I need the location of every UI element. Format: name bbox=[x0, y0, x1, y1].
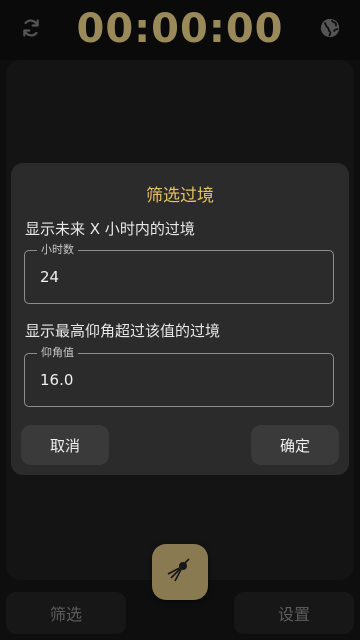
satellite-fab-button[interactable] bbox=[152, 544, 208, 600]
hours-field[interactable]: 小时数 24 bbox=[24, 243, 334, 304]
elevation-field[interactable]: 仰角值 16.0 bbox=[24, 346, 334, 407]
hours-field-value[interactable]: 24 bbox=[40, 268, 59, 286]
confirm-button[interactable]: 确定 bbox=[251, 425, 339, 465]
dialog-title: 筛选过境 bbox=[146, 186, 214, 206]
top-bar: 00:00:00 bbox=[0, 0, 360, 60]
clock-display: 00:00:00 bbox=[76, 6, 284, 52]
elevation-field-legend: 仰角值 bbox=[37, 346, 78, 360]
settings-button[interactable]: 设置 bbox=[234, 592, 354, 634]
hours-label: 显示未来 X 小时内的过境 bbox=[25, 220, 195, 238]
elevation-field-value[interactable]: 16.0 bbox=[40, 371, 73, 389]
filter-button[interactable]: 筛选 bbox=[6, 592, 126, 634]
globe-button[interactable] bbox=[312, 12, 348, 48]
cancel-button[interactable]: 取消 bbox=[21, 425, 109, 465]
app-screen: 00:00:00 筛选 设置 筛选过境 显示未来 X 小时内的过境 小时数 24… bbox=[0, 0, 360, 640]
hours-field-legend: 小时数 bbox=[37, 243, 78, 257]
elevation-label: 显示最高仰角超过该值的过境 bbox=[25, 322, 221, 340]
globe-icon bbox=[319, 17, 341, 43]
filter-dialog: 筛选过境 显示未来 X 小时内的过境 小时数 24 显示最高仰角超过该值的过境 … bbox=[11, 163, 349, 475]
satellite-icon bbox=[166, 556, 194, 588]
